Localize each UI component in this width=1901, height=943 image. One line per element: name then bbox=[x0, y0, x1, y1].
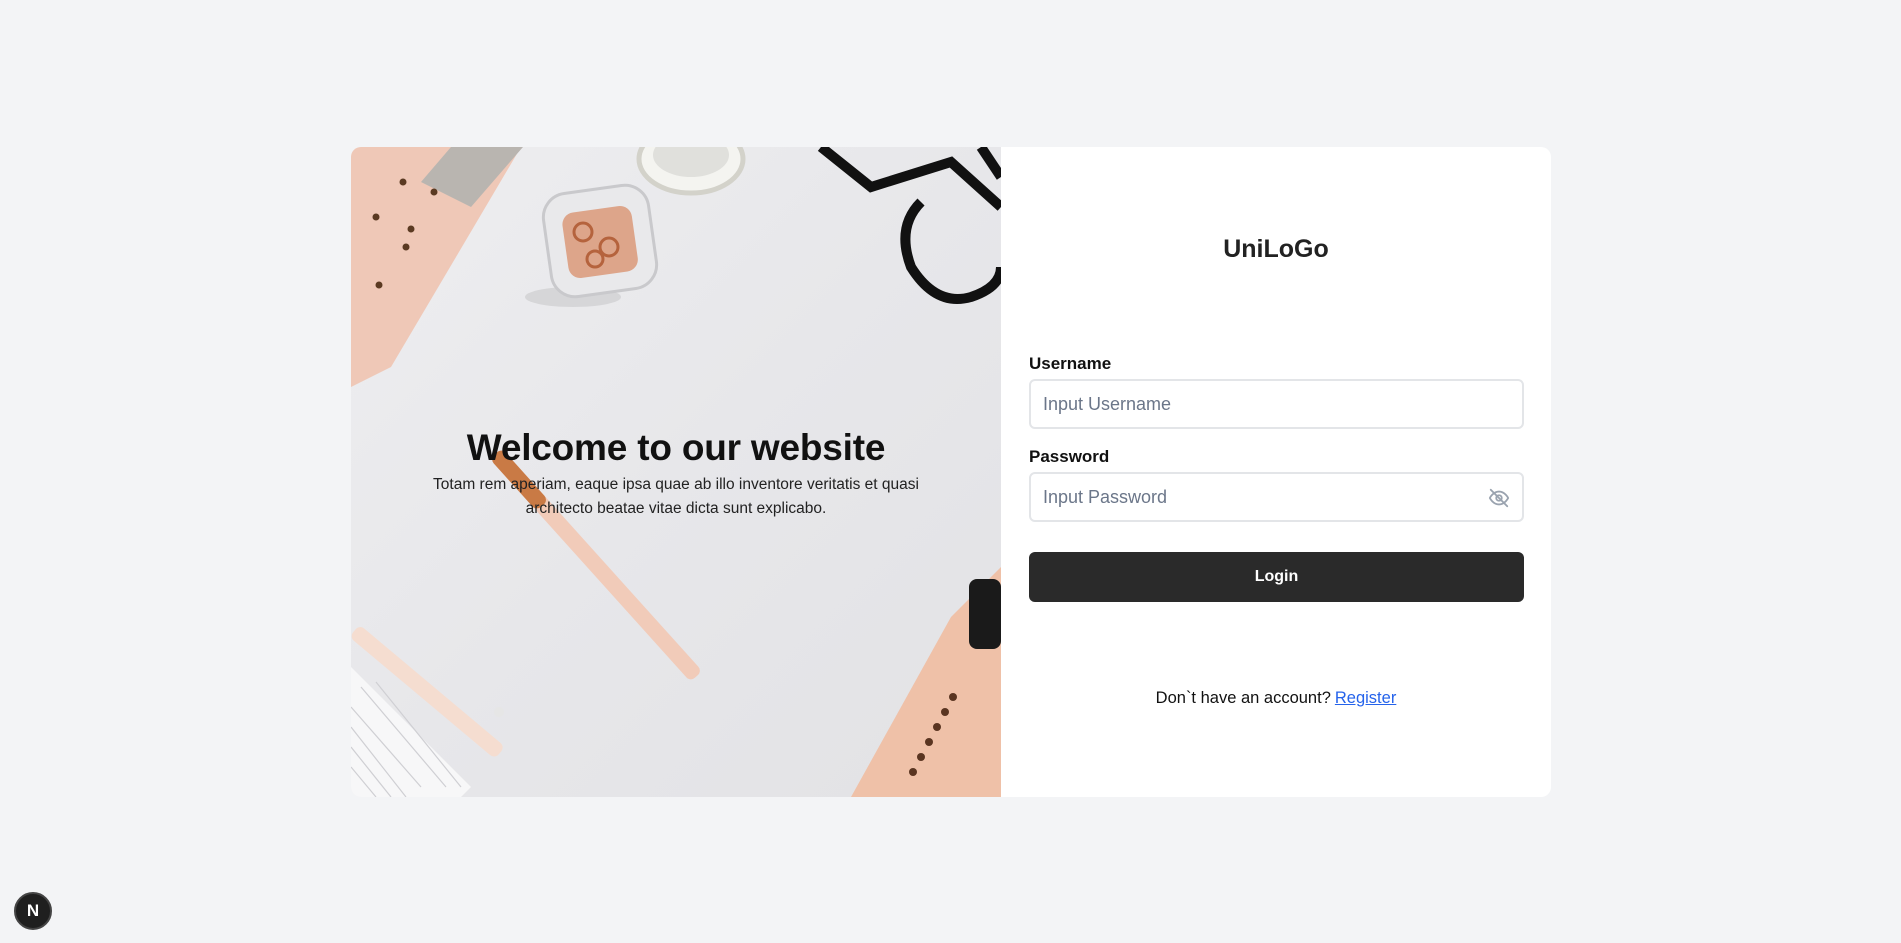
hero-title: Welcome to our website bbox=[466, 427, 886, 468]
hero-text: Welcome to our website Totam rem aperiam… bbox=[351, 427, 1001, 521]
hero-panel: Welcome to our website Totam rem aperiam… bbox=[351, 147, 1001, 797]
paperclip-jar bbox=[525, 183, 659, 307]
password-label: Password bbox=[1029, 447, 1110, 466]
jar-lid bbox=[636, 147, 746, 196]
username-input[interactable] bbox=[1031, 381, 1522, 427]
login-form: UniLoGo Username Password Login Don`t ha… bbox=[1001, 147, 1551, 797]
password-field-wrapper bbox=[1029, 472, 1524, 522]
brand-logo: UniLoGo bbox=[1223, 235, 1329, 263]
register-link[interactable]: Register bbox=[1335, 689, 1396, 707]
username-field-wrapper bbox=[1029, 379, 1524, 429]
login-card: Welcome to our website Totam rem aperiam… bbox=[351, 147, 1551, 797]
login-button[interactable]: Login bbox=[1029, 552, 1524, 602]
register-prompt: Don`t have an account? Register bbox=[1001, 689, 1551, 708]
hero-subtitle: Totam rem aperiam, eaque ipsa quae ab il… bbox=[433, 476, 919, 517]
register-prompt-text: Don`t have an account? bbox=[1155, 689, 1331, 707]
username-label: Username bbox=[1029, 354, 1112, 373]
dev-indicator-badge[interactable]: N bbox=[14, 892, 52, 930]
watch-band bbox=[851, 567, 1001, 797]
password-input[interactable] bbox=[1031, 474, 1522, 520]
eyeglasses bbox=[817, 147, 1001, 304]
eye-off-icon[interactable] bbox=[1488, 487, 1510, 509]
